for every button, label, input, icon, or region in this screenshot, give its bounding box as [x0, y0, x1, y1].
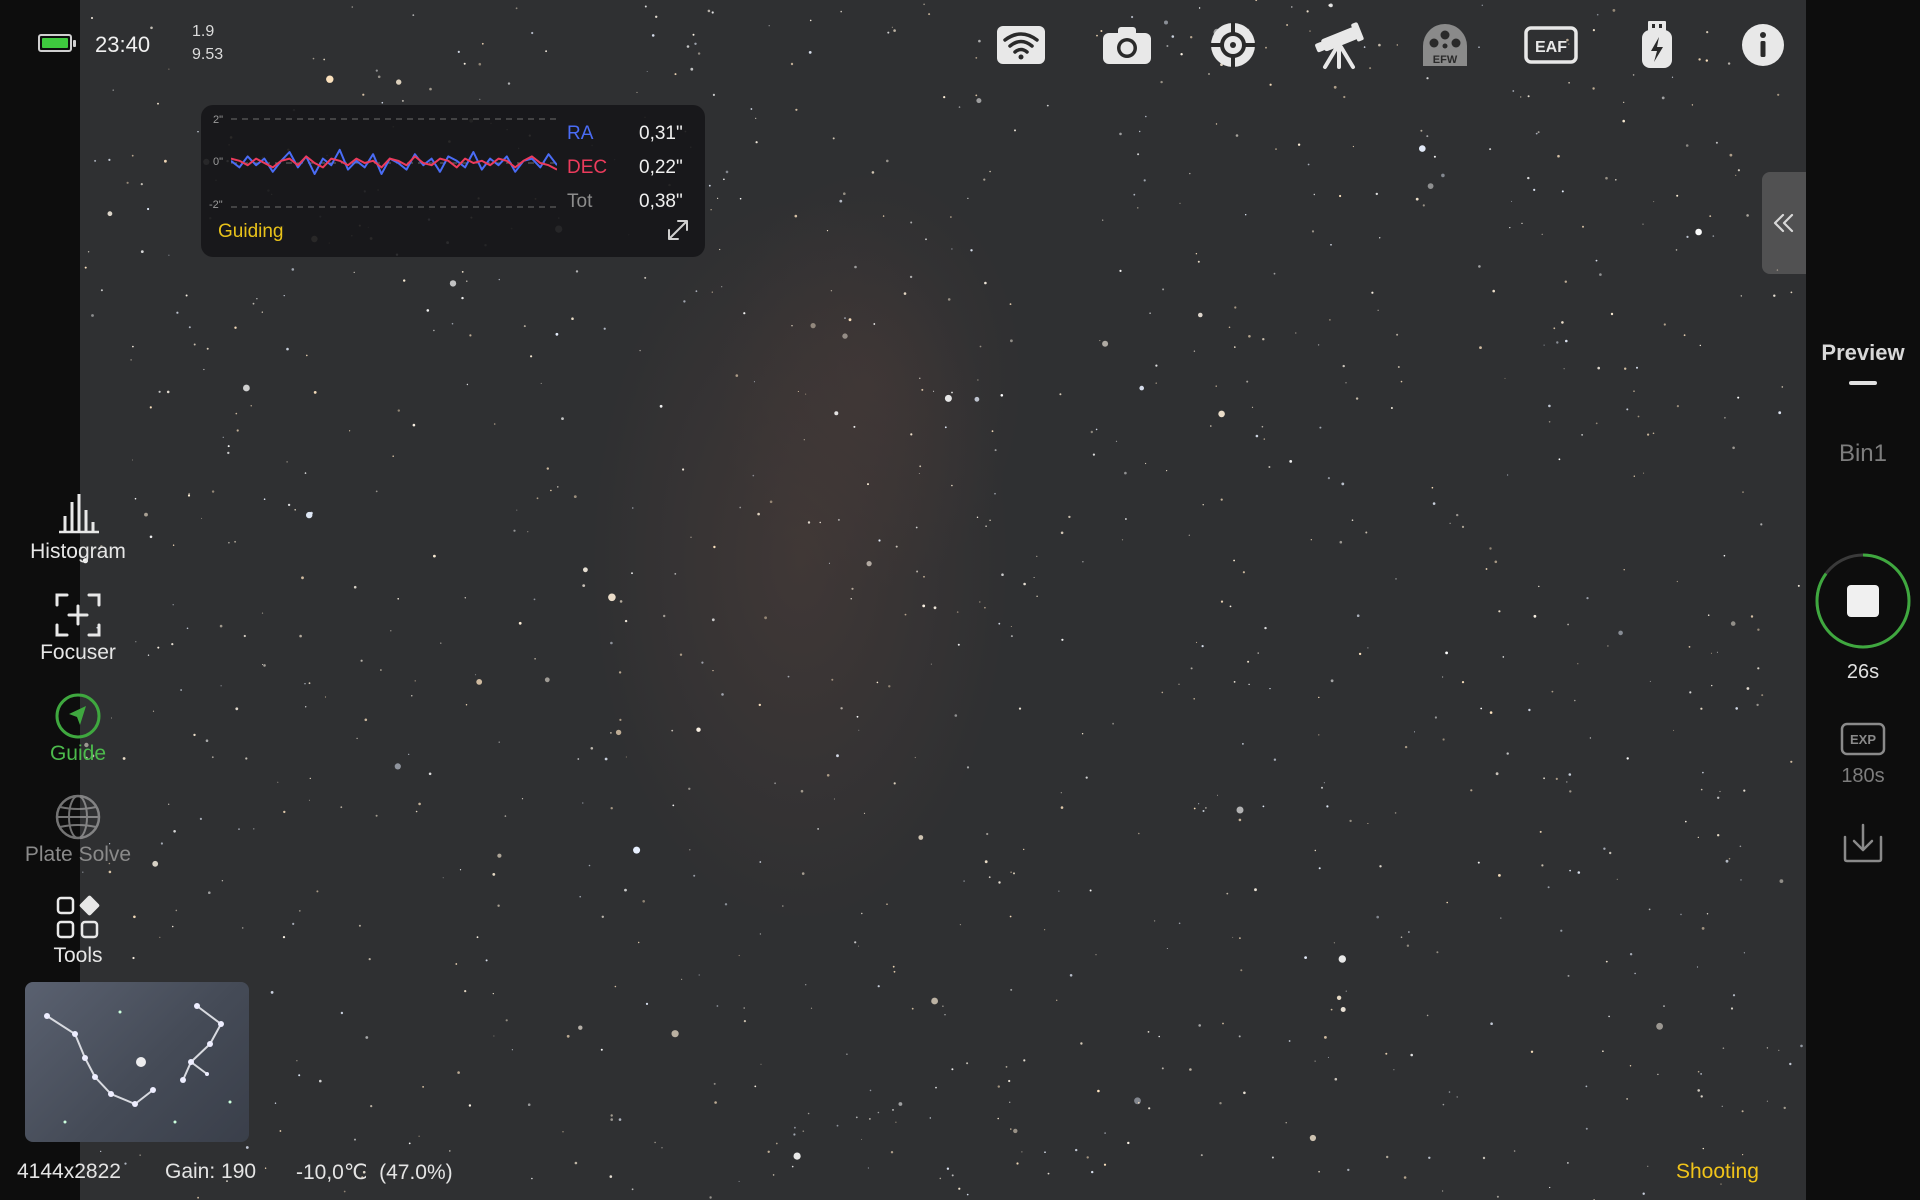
status-value-bottom: 9.53	[192, 46, 224, 63]
eaf-focuser-icon[interactable]: EAF	[1523, 18, 1579, 72]
tool-label: Histogram	[30, 540, 126, 563]
tool-label: Focuser	[40, 641, 116, 664]
tool-tools[interactable]: Tools	[0, 894, 156, 968]
histogram-icon	[59, 494, 99, 534]
svg-text:EFW: EFW	[1433, 54, 1458, 66]
focuser-icon	[55, 593, 101, 637]
tot-value: 0,38"	[639, 191, 683, 212]
preview-tab-indicator	[1849, 381, 1877, 385]
tool-guide[interactable]: Guide	[0, 692, 156, 766]
svg-text:EAF: EAF	[1535, 39, 1567, 56]
axis-label-top: 2"	[213, 114, 224, 126]
dec-value: 0,22"	[639, 157, 683, 178]
battery-icon	[38, 34, 76, 52]
telescope-mount-icon[interactable]	[1311, 18, 1367, 72]
status-value-top: 1.9	[192, 23, 215, 40]
sky-atlas-thumbnail[interactable]	[25, 982, 249, 1142]
bin-selector[interactable]: Bin1	[1806, 440, 1920, 468]
ra-label: RA	[567, 123, 594, 144]
stop-capture-button[interactable]	[1814, 552, 1912, 650]
temperature-info: -10,0℃ (47.0%)	[296, 1161, 453, 1184]
clock: 23:40	[95, 32, 151, 57]
ra-value: 0,31"	[639, 123, 683, 144]
tool-label: Tools	[53, 944, 103, 967]
globe-icon	[55, 794, 101, 840]
guide-graph-panel[interactable]: 2" 0" -2" RA 0,31" DEC 0,22" Tot 0,38" G…	[201, 105, 705, 257]
tool-focuser[interactable]: Focuser	[0, 591, 156, 665]
countdown-timer: 26s	[1846, 661, 1880, 683]
camera-icon[interactable]	[1099, 18, 1155, 72]
info-icon[interactable]	[1735, 18, 1791, 72]
stop-icon	[1847, 585, 1879, 617]
double-chevron-left-icon	[1773, 213, 1794, 233]
guide-status: Guiding	[218, 221, 284, 242]
efw-filter-wheel-icon[interactable]: EFW	[1417, 18, 1473, 72]
axis-label-mid: 0"	[213, 156, 224, 168]
shooting-status: Shooting	[1676, 1160, 1759, 1183]
tool-label: Plate Solve	[24, 843, 132, 866]
dec-label: DEC	[567, 157, 608, 178]
tool-label: Guide	[49, 742, 107, 765]
guide-error-chart	[231, 118, 557, 208]
resolution-info: 4144x2822	[17, 1160, 121, 1183]
download-icon[interactable]	[1841, 821, 1885, 865]
collapse-panel-tab[interactable]	[1762, 172, 1806, 274]
axis-label-bottom: -2"	[209, 199, 223, 211]
tool-histogram[interactable]: Histogram	[0, 490, 156, 564]
usb-power-icon[interactable]	[1629, 18, 1685, 72]
tot-label: Tot	[567, 191, 593, 212]
tool-plate-solve[interactable]: Plate Solve	[0, 793, 156, 867]
svg-text:EXP: EXP	[1850, 732, 1876, 747]
tools-grid-icon	[56, 895, 100, 939]
wifi-icon[interactable]	[993, 18, 1049, 72]
exposure-icon[interactable]: EXP	[1840, 722, 1886, 756]
exposure-value[interactable]: 180s	[1806, 765, 1920, 788]
guide-scope-icon[interactable]	[1205, 18, 1261, 72]
expand-icon[interactable]	[665, 217, 691, 243]
gain-info: Gain: 190	[165, 1160, 257, 1183]
constellation-icon	[44, 1003, 232, 1124]
guide-icon	[55, 693, 101, 739]
preview-mode-tab[interactable]: Preview	[1806, 340, 1920, 366]
